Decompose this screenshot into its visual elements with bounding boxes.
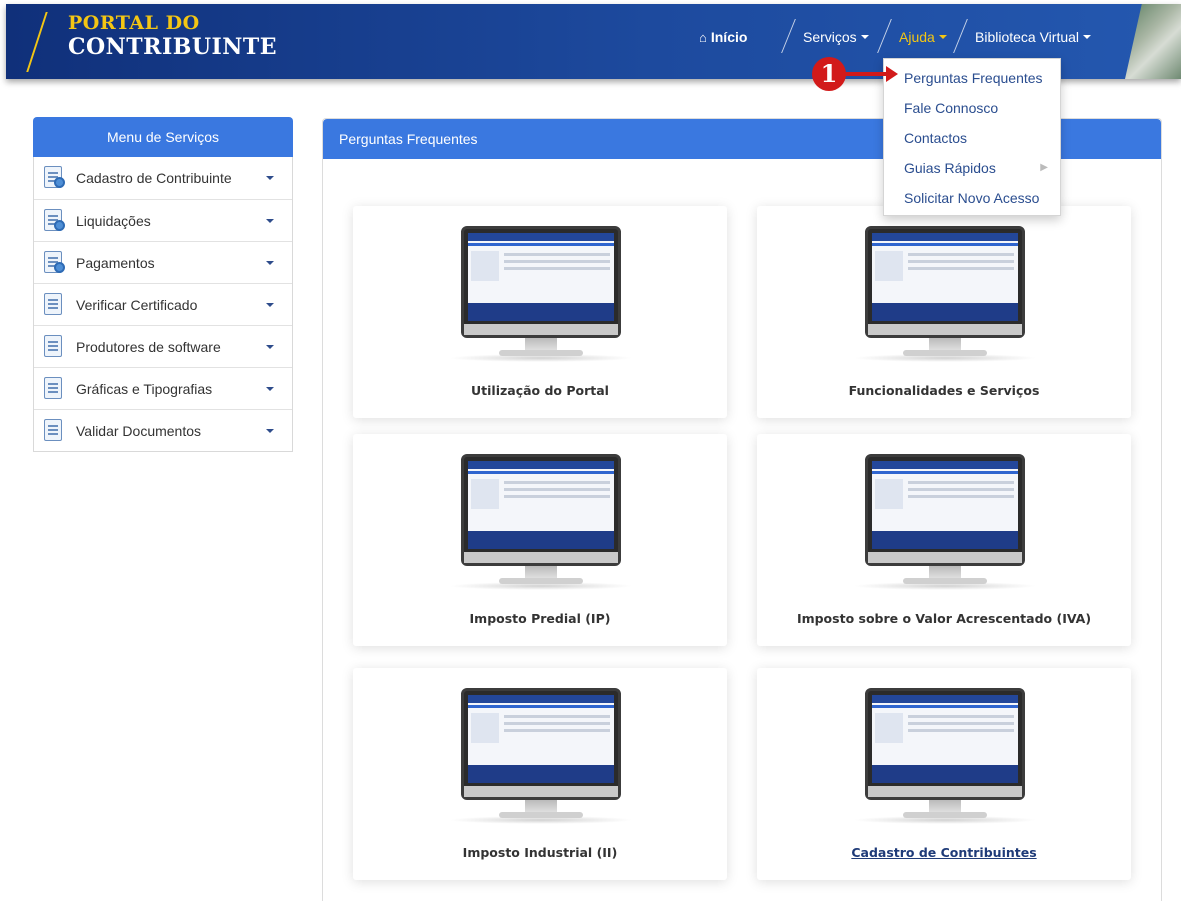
sidebar-item-validar-documentos[interactable]: Validar Documentos [34, 409, 292, 451]
faq-panel: Perguntas Frequentes Utilização do Porta… [322, 118, 1162, 901]
sidebar-item-label: Pagamentos [76, 254, 155, 271]
nav-separator [781, 19, 796, 53]
faq-card-imposto-industrial[interactable]: Imposto Industrial (II) [353, 668, 727, 880]
nav-biblioteca-label: Biblioteca Virtual [975, 29, 1080, 45]
nav-ajuda[interactable]: Ajuda [899, 25, 947, 49]
nav-separator [877, 19, 892, 53]
nav-home-label: Início [710, 29, 748, 45]
chevron-down-icon [1083, 35, 1092, 39]
nav-separator [953, 19, 968, 53]
chevron-down-icon [266, 429, 274, 433]
annotation-arrow [843, 72, 889, 76]
card-title-link[interactable]: Cadastro de Contribuintes [757, 845, 1131, 860]
header-photo [1125, 4, 1181, 79]
services-sidebar: Menu de Serviços Cadastro de Contribuint… [33, 117, 293, 452]
chevron-down-icon [938, 35, 947, 39]
menu-item-label: Guias Rápidos [904, 160, 996, 176]
chevron-down-icon [266, 345, 274, 349]
document-check-icon [44, 376, 66, 401]
sidebar-item-produtores-software[interactable]: Produtores de software [34, 325, 292, 367]
sidebar-item-label: Cadastro de Contribuinte [76, 170, 232, 186]
menu-item-solicitar-novo-acesso[interactable]: Solicitar Novo Acesso [884, 183, 1060, 213]
home-icon: ⌂ [699, 29, 707, 45]
sidebar-item-pagamentos[interactable]: Pagamentos [34, 241, 292, 283]
document-search-icon [44, 250, 66, 275]
card-title: Funcionalidades e Serviços [848, 383, 1040, 398]
document-icon [44, 334, 66, 359]
sidebar-item-verificar-certificado[interactable]: Verificar Certificado [34, 283, 292, 325]
monitor-illustration [853, 226, 1037, 366]
monitor-illustration [449, 226, 633, 366]
certificate-icon [44, 292, 66, 317]
menu-item-perguntas-frequentes[interactable]: Perguntas Frequentes [884, 63, 1060, 93]
card-title: Imposto Predial (IP) [469, 611, 611, 626]
monitor-illustration [449, 688, 633, 828]
sidebar-item-label: Gráficas e Tipografias [76, 380, 213, 397]
logo-line-2[interactable]: CONTRIBUINTE [68, 34, 277, 60]
sidebar-item-cadastro[interactable]: Cadastro de Contribuinte [34, 157, 292, 199]
chevron-down-icon [266, 261, 274, 265]
faq-card-cadastro-contribuintes[interactable]: Cadastro de Contribuintes [757, 668, 1131, 880]
card-title: Imposto Industrial (II) [462, 845, 618, 860]
menu-item-contactos[interactable]: Contactos [884, 123, 1060, 153]
menu-item-guias-rapidos[interactable]: Guias Rápidos ▶ [884, 153, 1060, 183]
sidebar-item-graficas-tipografias[interactable]: Gráficas e Tipografias [34, 367, 292, 409]
chevron-right-icon: ▶ [1040, 162, 1048, 173]
monitor-illustration [449, 454, 633, 594]
nav-servicos[interactable]: Serviços [803, 25, 869, 49]
document-search-icon [44, 208, 66, 233]
document-check-icon [44, 418, 66, 443]
sidebar-list: Cadastro de Contribuinte Liquidações Pag… [33, 157, 293, 452]
card-title: Utilização do Portal [471, 383, 609, 398]
chevron-down-icon [860, 35, 869, 39]
chevron-down-icon [266, 219, 274, 223]
menu-item-fale-connosco[interactable]: Fale Connosco [884, 93, 1060, 123]
sidebar-item-label: Verificar Certificado [76, 296, 198, 313]
monitor-illustration [853, 688, 1037, 828]
sidebar-item-liquidacoes[interactable]: Liquidações [34, 199, 292, 241]
nav-servicos-label: Serviços [803, 29, 857, 45]
chevron-down-icon [266, 387, 274, 391]
faq-card-funcionalidades-servicos[interactable]: Funcionalidades e Serviços [757, 206, 1131, 418]
nav-ajuda-label: Ajuda [899, 29, 935, 45]
faq-card-utilizacao-portal[interactable]: Utilização do Portal [353, 206, 727, 418]
card-title: Imposto sobre o Valor Acrescentado (IVA) [796, 611, 1092, 626]
nav-home[interactable]: ⌂ Início [699, 25, 747, 49]
faq-card-imposto-predial[interactable]: Imposto Predial (IP) [353, 434, 727, 646]
page: PORTAL DO CONTRIBUINTE ⌂ Início Serviços… [0, 0, 1181, 901]
monitor-illustration [853, 454, 1037, 594]
sidebar-title: Menu de Serviços [33, 117, 293, 157]
chevron-down-icon [266, 303, 274, 307]
faq-card-iva[interactable]: Imposto sobre o Valor Acrescentado (IVA) [757, 434, 1131, 646]
chevron-down-icon [266, 176, 274, 180]
sidebar-item-label: Validar Documentos [76, 422, 202, 439]
sidebar-item-label: Liquidações [76, 212, 151, 229]
ajuda-dropdown-menu: Perguntas Frequentes Fale Connosco Conta… [883, 58, 1061, 216]
nav-biblioteca-virtual[interactable]: Biblioteca Virtual [975, 25, 1092, 49]
document-search-icon [44, 166, 66, 190]
logo-slash [26, 12, 48, 72]
sidebar-item-label: Produtores de software [76, 338, 221, 355]
logo-line-1[interactable]: PORTAL DO [68, 12, 200, 34]
annotation-number-badge: 1 [812, 57, 846, 91]
annotation-arrow-head [886, 66, 898, 82]
